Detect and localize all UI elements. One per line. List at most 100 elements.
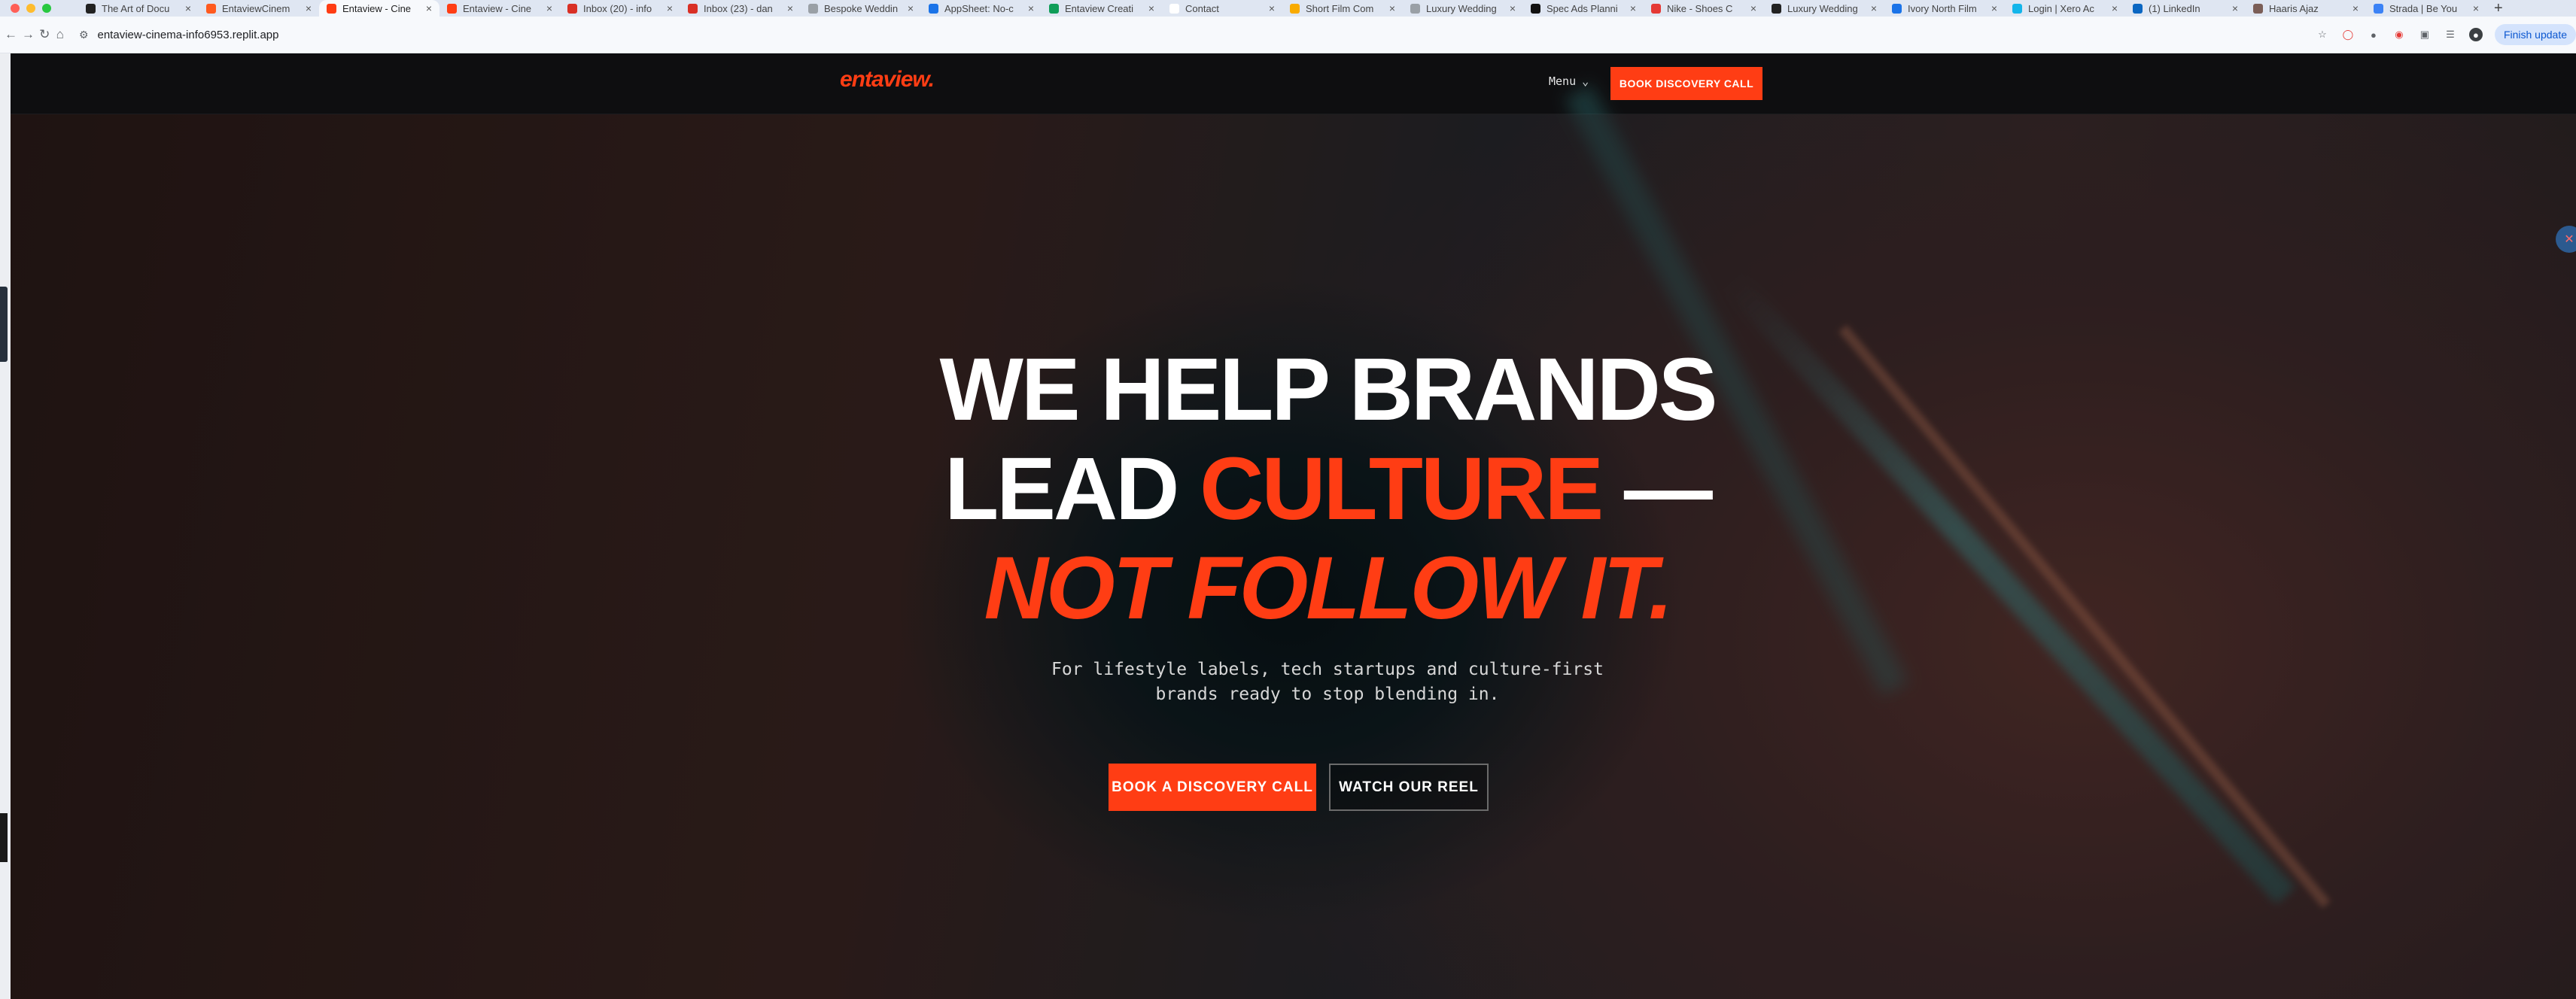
side-panel-handle[interactable] xyxy=(0,287,8,362)
watch-reel-button[interactable]: WATCH OUR REEL xyxy=(1329,764,1489,811)
close-tab-icon[interactable]: × xyxy=(2232,2,2238,14)
tab-favicon-icon xyxy=(808,3,818,14)
tab-title: (1) LinkedIn xyxy=(2149,2,2200,14)
close-tab-icon[interactable]: × xyxy=(787,2,793,14)
page-viewport: entaview. Menu ⌄ BOOK DISCOVERY CALL WE … xyxy=(11,53,2576,999)
close-tab-icon[interactable]: × xyxy=(1510,2,1516,14)
tab-title: Entaview - Cine xyxy=(463,2,532,14)
new-tab-button[interactable]: + xyxy=(2486,0,2511,17)
headline-line-2: LEAD CULTURE — xyxy=(838,439,1817,539)
extension-icon[interactable]: ● xyxy=(2367,28,2380,41)
headline-culture: CULTURE xyxy=(1200,439,1604,539)
home-icon[interactable]: ⌂ xyxy=(54,24,65,45)
record-extension-icon[interactable]: ◉ xyxy=(2392,28,2406,41)
tab-title: Entaview Creati xyxy=(1065,2,1134,14)
close-tab-icon[interactable]: × xyxy=(1630,2,1636,14)
tab-title: AppSheet: No-c xyxy=(944,2,1014,14)
minimize-window-button[interactable] xyxy=(26,4,35,13)
browser-tab[interactable]: Luxury Wedding × xyxy=(1403,0,1523,17)
close-tab-icon[interactable]: × xyxy=(2112,2,2118,14)
tab-favicon-icon xyxy=(2253,3,2263,14)
close-tab-icon[interactable]: × xyxy=(426,2,432,14)
browser-tab[interactable]: (1) LinkedIn × xyxy=(2125,0,2246,17)
close-tab-icon[interactable]: × xyxy=(1871,2,1877,14)
close-tab-icon[interactable]: × xyxy=(2473,2,2479,14)
tab-title: Luxury Wedding xyxy=(1426,2,1497,14)
book-discovery-call-button[interactable]: BOOK A DISCOVERY CALL xyxy=(1109,764,1316,811)
close-tab-icon[interactable]: × xyxy=(546,2,552,14)
browser-tab[interactable]: Haaris Ajaz × xyxy=(2246,0,2366,17)
menu-button[interactable]: Menu ⌄ xyxy=(1549,74,1589,88)
close-tab-icon[interactable]: × xyxy=(1991,2,1997,14)
tab-favicon-icon xyxy=(206,3,216,14)
browser-tab[interactable]: AppSheet: No-c × xyxy=(921,0,1042,17)
close-tab-icon[interactable]: × xyxy=(1028,2,1034,14)
browser-tab[interactable]: The Art of Docu × xyxy=(78,0,199,17)
browser-tab[interactable]: Entaview - Cine × xyxy=(319,0,439,17)
browser-tab[interactable]: Spec Ads Planni × xyxy=(1523,0,1644,17)
site-header: entaview. Menu ⌄ BOOK DISCOVERY CALL xyxy=(11,53,2576,114)
close-tab-icon[interactable]: × xyxy=(1750,2,1756,14)
forward-icon[interactable]: → xyxy=(22,24,35,45)
browser-tab[interactable]: Inbox (23) - dan × xyxy=(680,0,801,17)
extension-toolbar: ☆ ◯ ● ◉ ▣ ☰ ● Finish update xyxy=(2316,24,2576,45)
browser-tab[interactable]: Contact × xyxy=(1162,0,1282,17)
tab-favicon-icon xyxy=(688,3,698,14)
tab-title: EntaviewCinem xyxy=(222,2,290,14)
browser-tab[interactable]: Strada | Be You × xyxy=(2366,0,2486,17)
browser-tab[interactable]: Inbox (20) - info × xyxy=(560,0,680,17)
hero-subtitle: For lifestyle labels, tech startups and … xyxy=(1051,660,1604,704)
browser-tab-strip: The Art of Docu × EntaviewCinem × Entaview -… xyxy=(0,0,2576,17)
tab-favicon-icon xyxy=(2133,3,2143,14)
nav-book-call-button[interactable]: BOOK DISCOVERY CALL xyxy=(1610,67,1762,100)
browser-toolbar: ← → ↻ ⌂ ⚙ entaview-cinema-info6953.repli… xyxy=(0,17,2576,53)
close-tab-icon[interactable]: × xyxy=(908,2,914,14)
tab-title: Inbox (23) - dan xyxy=(704,2,773,14)
menu-label: Menu xyxy=(1549,74,1577,88)
profile-avatar[interactable]: ● xyxy=(2468,28,2483,41)
hero-headline: WE HELP BRANDS LEAD CULTURE — NOT FOLLOW… xyxy=(838,340,1817,638)
opera-extension-icon[interactable]: ◯ xyxy=(2341,28,2355,41)
tab-title: Contact xyxy=(1185,2,1219,14)
headline-dash: — xyxy=(1601,439,1713,539)
tab-favicon-icon xyxy=(2374,3,2383,14)
browser-tab[interactable]: Entaview - Cine × xyxy=(439,0,560,17)
puzzle-extensions-icon[interactable]: ▣ xyxy=(2418,28,2432,41)
headline-line-3: NOT FOLLOW IT. xyxy=(984,539,1674,638)
close-tab-icon[interactable]: × xyxy=(185,2,191,14)
site-info-icon[interactable]: ⚙ xyxy=(79,29,89,41)
tab-favicon-icon xyxy=(1290,3,1300,14)
site-logo[interactable]: entaview. xyxy=(840,67,935,93)
browser-tab[interactable]: Bespoke Weddin × xyxy=(801,0,921,17)
close-tab-icon[interactable]: × xyxy=(1389,2,1395,14)
browser-tab[interactable]: Luxury Wedding × xyxy=(1764,0,1884,17)
tab-search-icon[interactable]: ☰ xyxy=(2444,28,2457,41)
browser-tab[interactable]: Login | Xero Ac × xyxy=(2005,0,2125,17)
tab-title: The Art of Docu xyxy=(102,2,170,14)
bookmark-star-icon[interactable]: ☆ xyxy=(2316,28,2329,41)
browser-tab[interactable]: Nike - Shoes C × xyxy=(1644,0,1764,17)
headline-line-1: WE HELP BRANDS xyxy=(939,340,1717,439)
browser-tab[interactable]: Entaview Creati × xyxy=(1042,0,1162,17)
tab-favicon-icon xyxy=(567,3,577,14)
finish-update-button[interactable]: Finish update xyxy=(2494,24,2576,45)
url-text[interactable]: entaview-cinema-info6953.replit.app xyxy=(98,29,279,41)
address-bar[interactable]: ⚙ entaview-cinema-info6953.replit.app xyxy=(73,22,2301,47)
close-tab-icon[interactable]: × xyxy=(306,2,312,14)
tab-title: Entaview - Cine xyxy=(342,2,412,14)
close-window-button[interactable] xyxy=(11,4,20,13)
tab-title: Ivory North Film xyxy=(1908,2,1977,14)
tab-title: Bespoke Weddin xyxy=(824,2,899,14)
close-tab-icon[interactable]: × xyxy=(1148,2,1154,14)
tab-favicon-icon xyxy=(1772,3,1781,14)
close-tab-icon[interactable]: × xyxy=(2352,2,2359,14)
back-icon[interactable]: ← xyxy=(5,24,17,45)
tab-favicon-icon xyxy=(929,3,938,14)
reload-icon[interactable]: ↻ xyxy=(39,24,50,45)
zoom-window-button[interactable] xyxy=(42,4,51,13)
close-tab-icon[interactable]: × xyxy=(1269,2,1275,14)
close-tab-icon[interactable]: × xyxy=(667,2,673,14)
browser-tab[interactable]: EntaviewCinem × xyxy=(199,0,319,17)
browser-tab[interactable]: Ivory North Film × xyxy=(1884,0,2005,17)
browser-tab[interactable]: Short Film Com × xyxy=(1282,0,1403,17)
